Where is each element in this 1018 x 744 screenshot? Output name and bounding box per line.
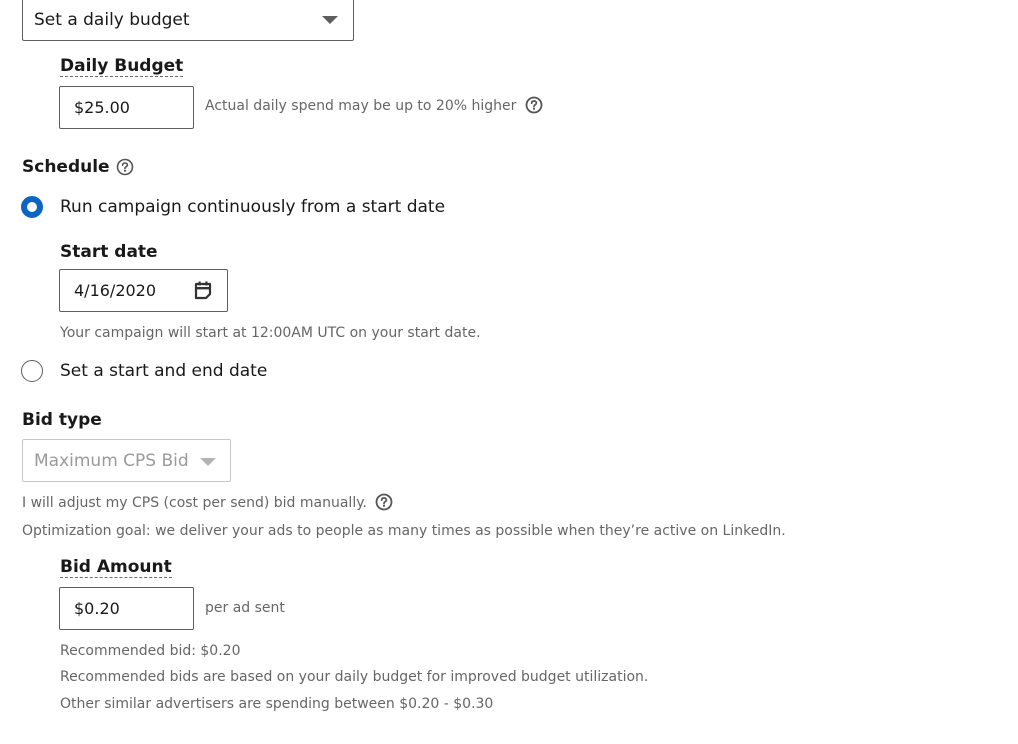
radio-run-continuously-label[interactable]: Run campaign continuously from a start d… — [60, 197, 445, 217]
bid-type-select[interactable]: Maximum CPS Bid — [22, 439, 231, 482]
caret-down-icon — [200, 458, 216, 466]
question-circle-icon[interactable] — [116, 158, 134, 176]
radio-start-end-date[interactable] — [21, 360, 43, 382]
start-date-label: Start date — [60, 242, 158, 262]
start-date-hint: Your campaign will start at 12:00AM UTC … — [60, 325, 481, 341]
daily-budget-label-text: Daily Budget — [60, 56, 184, 77]
schedule-title: Schedule — [22, 157, 134, 177]
bid-amount-label: Bid Amount — [60, 557, 172, 578]
radio-start-end-date-label[interactable]: Set a start and end date — [60, 361, 267, 381]
question-circle-icon[interactable] — [375, 493, 393, 511]
bid-amount-input[interactable] — [59, 587, 194, 630]
bid-manual-note-text: I will adjust my CPS (cost per send) bid… — [22, 495, 367, 511]
optimization-goal-note: Optimization goal: we deliver your ads t… — [22, 523, 786, 539]
budget-type-value: Set a daily budget — [34, 9, 190, 30]
bid-amount-suffix: per ad sent — [205, 600, 285, 616]
bid-manual-note: I will adjust my CPS (cost per send) bid… — [22, 493, 393, 511]
radio-run-continuously[interactable] — [21, 196, 43, 218]
campaign-budget-schedule-form: Set a daily budget Daily Budget Actual d… — [0, 0, 1018, 744]
question-circle-icon[interactable] — [525, 96, 543, 114]
daily-budget-hint-text: Actual daily spend may be up to 20% high… — [205, 98, 517, 114]
bid-type-value: Maximum CPS Bid — [34, 450, 189, 471]
bid-amount-label-text: Bid Amount — [60, 557, 172, 578]
budget-type-select[interactable]: Set a daily budget — [22, 0, 354, 41]
recommended-bid-basis: Recommended bids are based on your daily… — [60, 669, 649, 685]
calendar-icon[interactable] — [193, 280, 213, 300]
recommended-bid: Recommended bid: $0.20 — [60, 643, 241, 659]
bid-type-title: Bid type — [22, 410, 102, 430]
daily-budget-label: Daily Budget — [60, 56, 184, 77]
caret-down-icon — [322, 16, 338, 24]
schedule-title-text: Schedule — [22, 157, 110, 177]
daily-budget-input[interactable] — [59, 86, 194, 129]
daily-budget-hint: Actual daily spend may be up to 20% high… — [205, 96, 543, 114]
start-date-field — [59, 269, 228, 312]
similar-advertisers-range: Other similar advertisers are spending b… — [60, 696, 494, 712]
